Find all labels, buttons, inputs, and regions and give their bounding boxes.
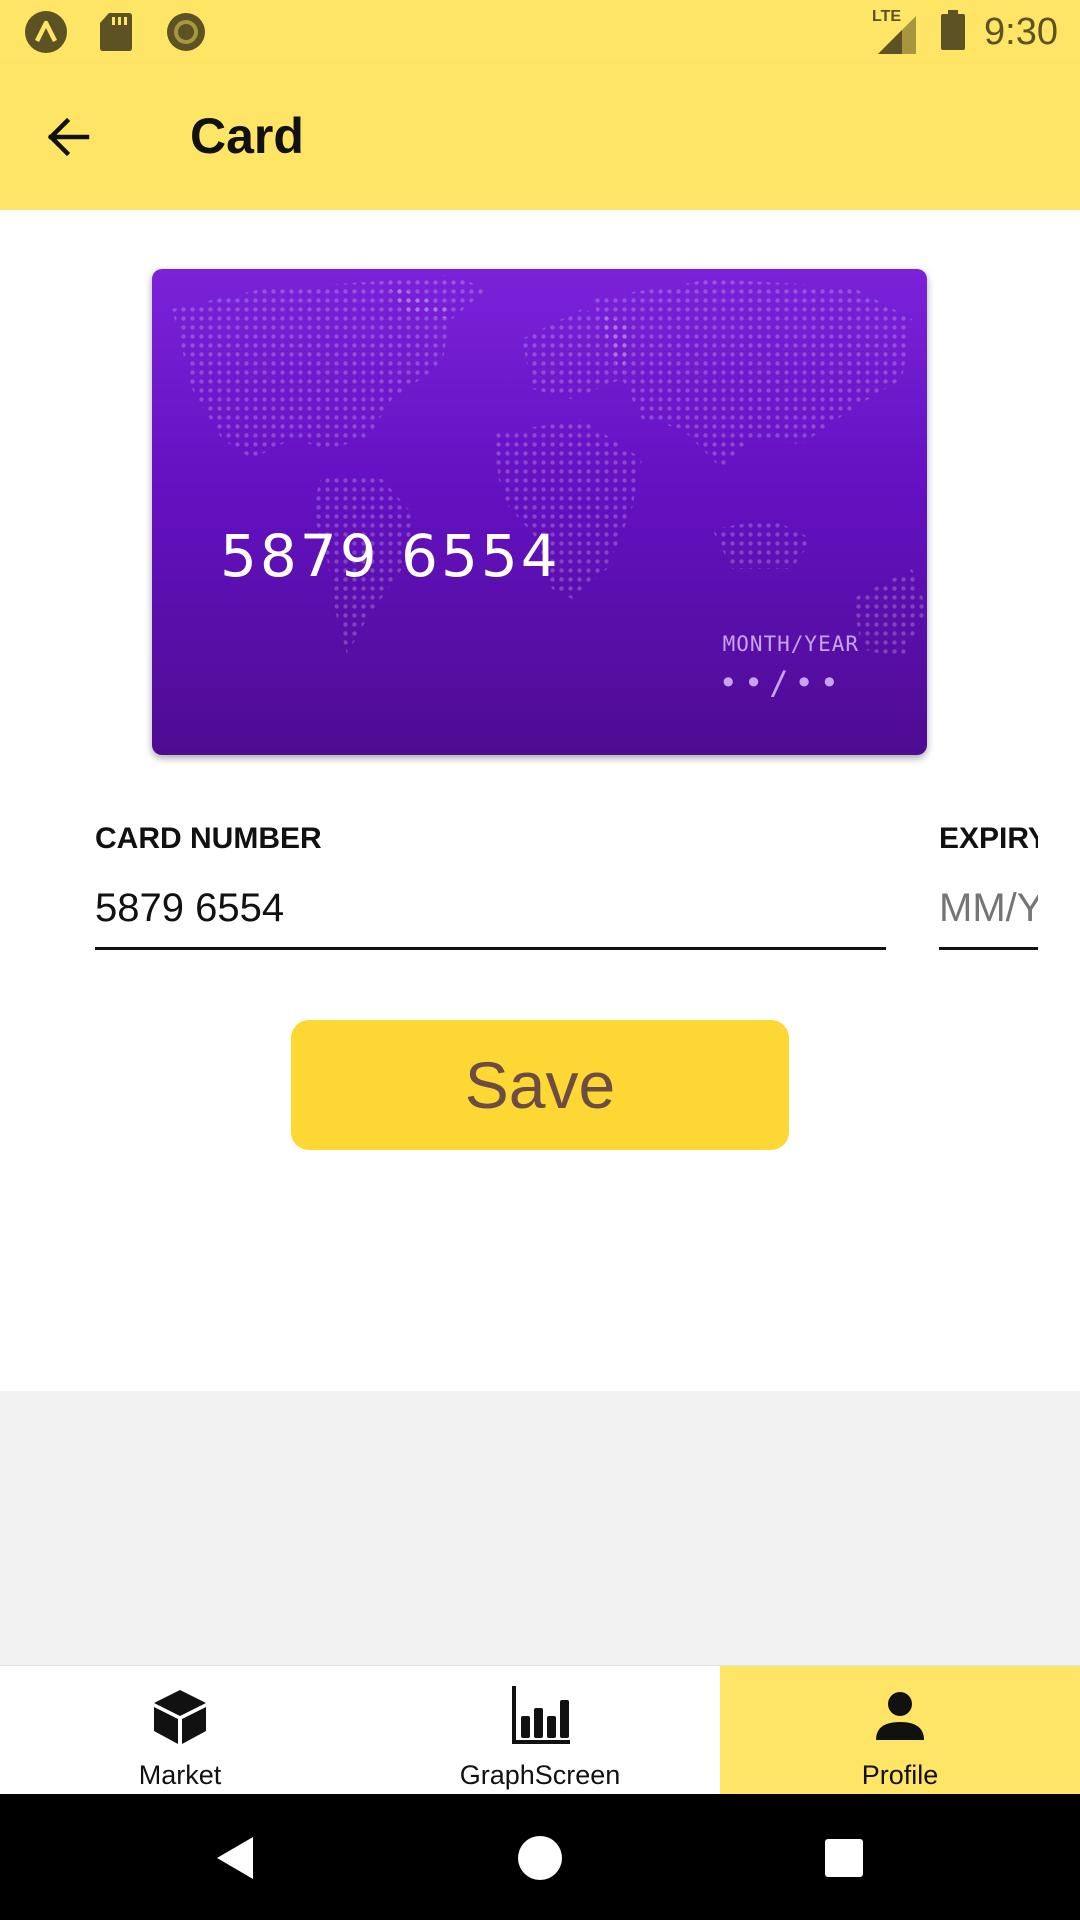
system-navigation-bar bbox=[0, 1794, 1080, 1920]
recents-square-icon[interactable] bbox=[816, 1830, 872, 1886]
sd-card-icon bbox=[94, 10, 138, 54]
card-number-label: CARD NUMBER bbox=[95, 822, 322, 855]
tab-label: GraphScreen bbox=[459, 1760, 621, 1790]
tab-label: Profile bbox=[861, 1760, 939, 1790]
tab-market[interactable]: Market bbox=[0, 1666, 360, 1795]
arrow-back-icon bbox=[47, 117, 90, 157]
card-number-display: 5879 6554 bbox=[220, 522, 561, 590]
clock: 9:30 bbox=[984, 10, 1058, 53]
tab-graphscreen[interactable]: GraphScreen bbox=[360, 1666, 720, 1795]
back-triangle-icon[interactable] bbox=[208, 1830, 264, 1886]
expiry-label-display: MONTH/YEAR bbox=[722, 632, 859, 656]
bar-chart-icon bbox=[512, 1686, 570, 1744]
lte-signal-icon: LTE bbox=[872, 8, 922, 56]
save-button[interactable]: Save bbox=[291, 1020, 789, 1150]
tab-label: Market bbox=[138, 1760, 222, 1790]
tab-profile[interactable]: Profile bbox=[720, 1666, 1080, 1795]
cube-icon bbox=[154, 1690, 206, 1744]
home-circle-icon[interactable] bbox=[512, 1830, 568, 1886]
expiry-input[interactable] bbox=[939, 886, 1038, 950]
app-notification-icon bbox=[24, 10, 68, 54]
expiry-input-clip bbox=[939, 886, 1038, 950]
card-number-input[interactable] bbox=[95, 886, 886, 950]
record-icon bbox=[164, 10, 208, 54]
expiry-label: EXPIRY bbox=[939, 822, 1038, 855]
card-form-screen: 5879 6554 MONTH/YEAR ••/•• CARD NUMBER E… bbox=[0, 210, 1080, 1391]
expiry-value-display: ••/•• bbox=[718, 664, 845, 702]
person-icon bbox=[876, 1692, 924, 1740]
card-preview: 5879 6554 MONTH/YEAR ••/•• bbox=[152, 269, 927, 755]
status-bar: LTE 9:30 bbox=[0, 0, 1080, 63]
app-bar: Card bbox=[0, 63, 1080, 210]
page-title: Card bbox=[190, 108, 304, 164]
bottom-navigation: Market GraphScreen Profile bbox=[0, 1665, 1080, 1795]
back-button[interactable] bbox=[36, 105, 100, 169]
expiry-field-clip: EXPIRY bbox=[939, 822, 1038, 856]
battery-icon bbox=[940, 9, 966, 55]
